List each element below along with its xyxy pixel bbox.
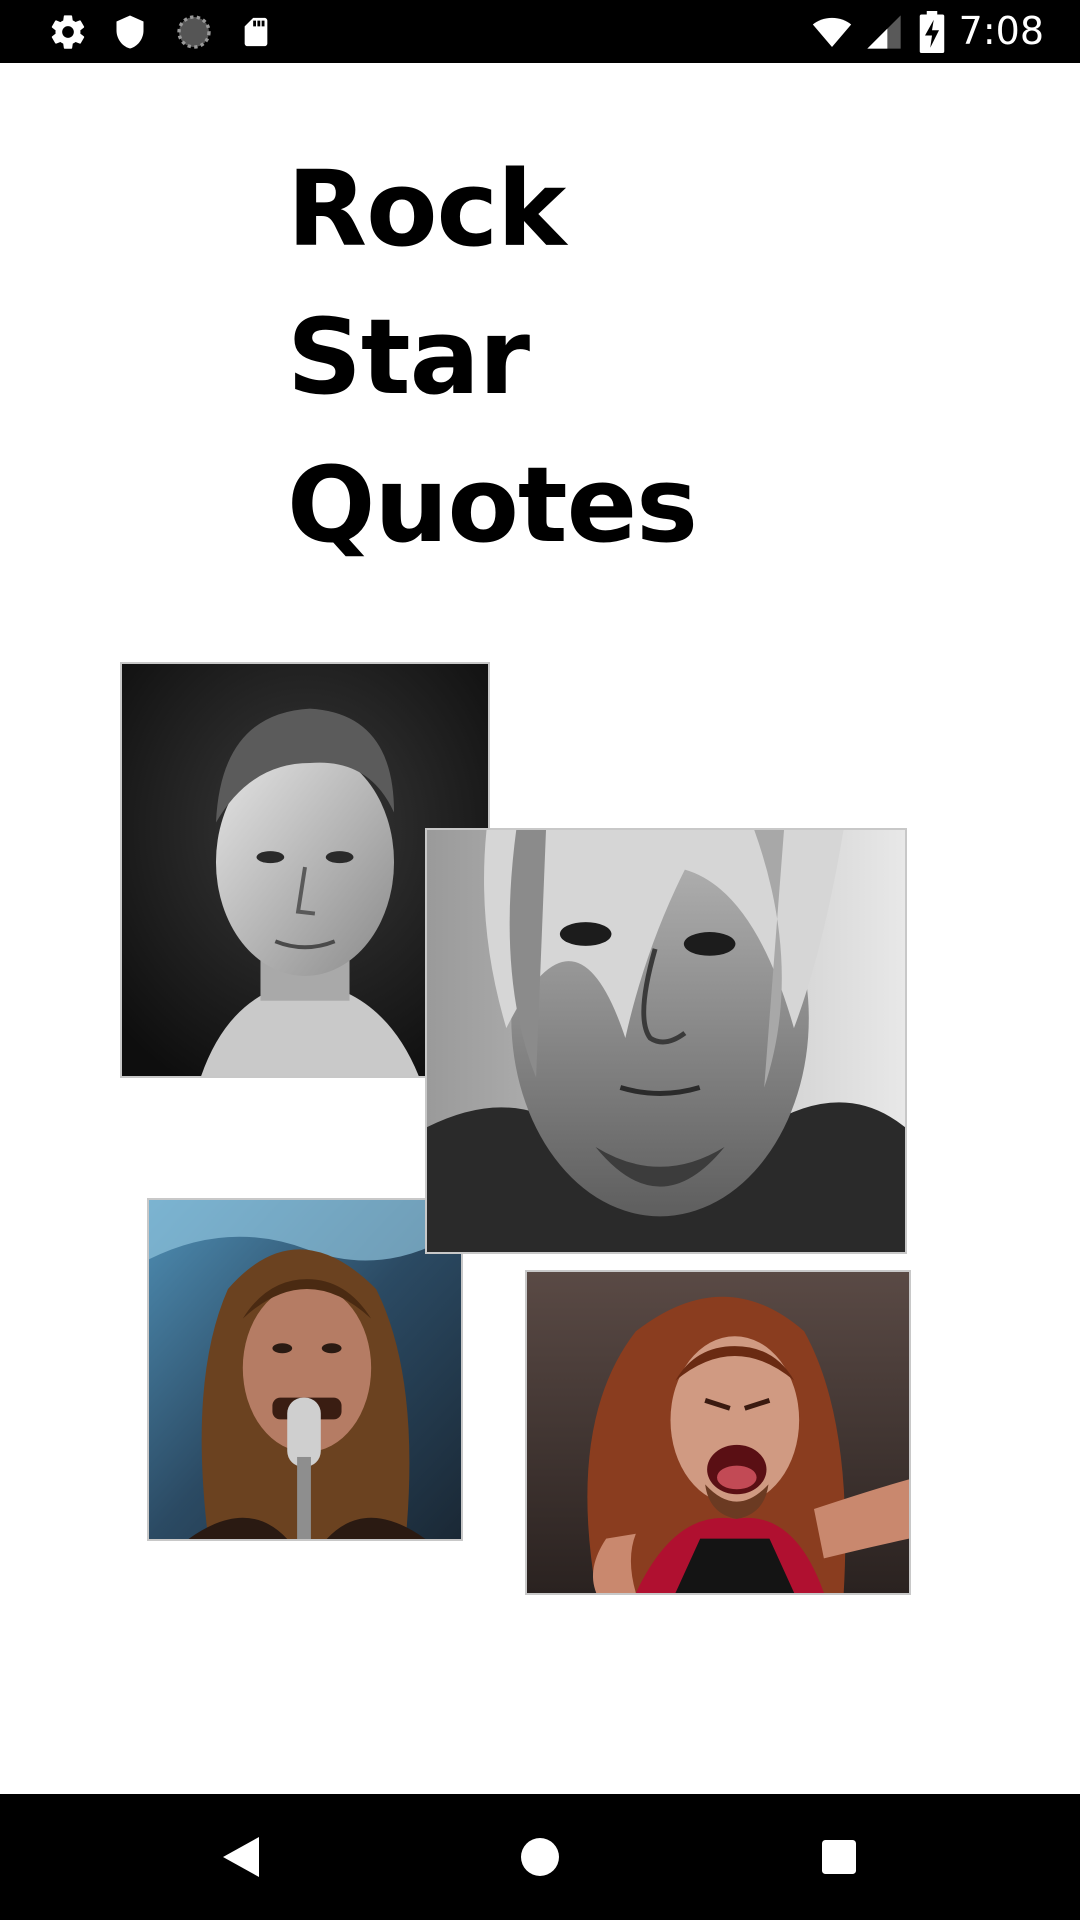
status-bar: 7:08 xyxy=(0,0,1080,63)
navigation-bar xyxy=(0,1794,1080,1920)
portrait-photo-3[interactable] xyxy=(147,1198,463,1541)
wifi-icon xyxy=(808,10,856,54)
back-icon[interactable] xyxy=(206,1822,276,1892)
status-time: 7:08 xyxy=(958,9,1044,53)
app-title: Rock Star Quotes xyxy=(287,135,887,579)
battery-charging-icon xyxy=(912,10,952,54)
shield-icon xyxy=(108,10,152,54)
home-icon[interactable] xyxy=(505,1822,575,1892)
portrait-photo-2[interactable] xyxy=(425,828,907,1254)
title-line-2: Star xyxy=(287,296,530,418)
title-line-1: Rock xyxy=(287,148,566,270)
sync-icon xyxy=(172,10,216,54)
title-line-3: Quotes xyxy=(287,444,698,566)
recents-icon[interactable] xyxy=(804,1822,874,1892)
sd-card-icon xyxy=(234,10,278,54)
gear-icon xyxy=(46,10,90,54)
portrait-photo-4[interactable] xyxy=(525,1270,911,1595)
signal-icon xyxy=(862,10,906,54)
app-screen: 7:08 Rock Star Quotes xyxy=(0,0,1080,1920)
